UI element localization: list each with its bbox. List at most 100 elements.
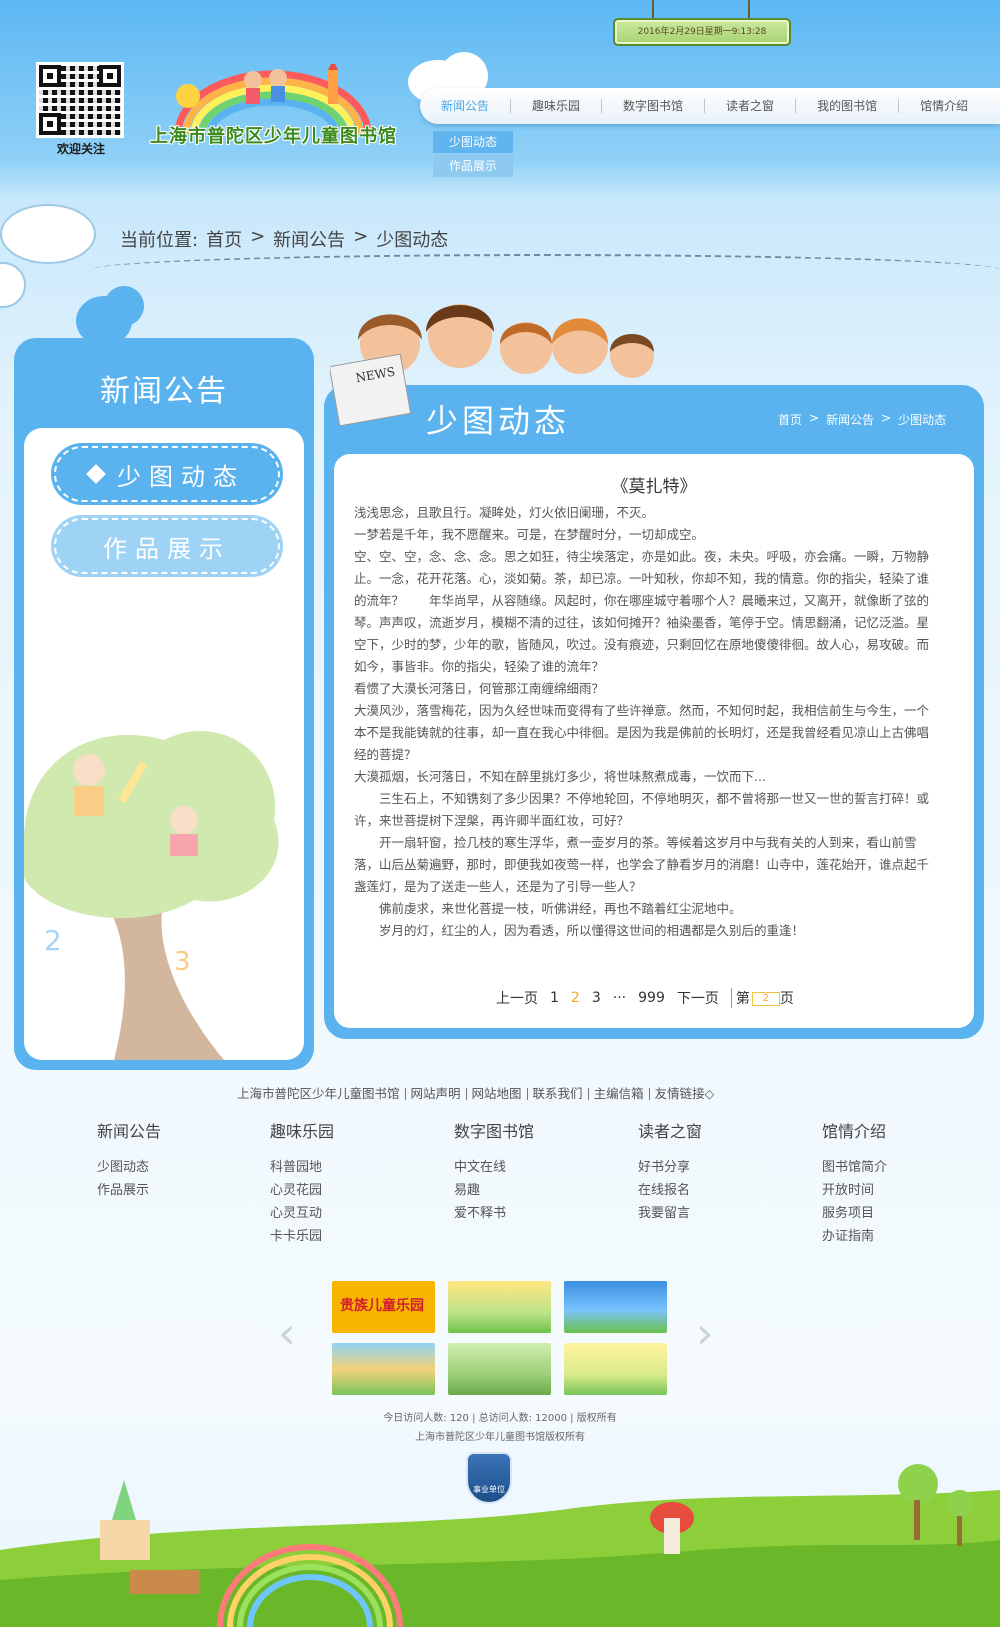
footer-column-link[interactable]: 卡卡乐园 bbox=[270, 1225, 334, 1248]
footer-column-link[interactable]: 开放时间 bbox=[822, 1179, 887, 1202]
sub-nav: 少图动态 作品展示 bbox=[433, 131, 513, 179]
article-paragraph: 一梦若是千年，我不愿醒来。可是，在梦醒时分，一切却成空。 bbox=[354, 527, 705, 542]
footer-column-title: 数字图书馆 bbox=[454, 1122, 535, 1141]
footer-column-link[interactable]: 爱不释书 bbox=[454, 1202, 534, 1225]
pager-page-1[interactable]: 1 bbox=[550, 990, 559, 1006]
nav-item-readers[interactable]: 读者之窗 bbox=[705, 99, 797, 113]
carousel-prev-arrow[interactable]: ‹ bbox=[278, 1308, 296, 1359]
footer-column-link[interactable]: 在线报名 bbox=[638, 1179, 702, 1202]
panel-breadcrumb-home[interactable]: 首页 bbox=[778, 411, 802, 428]
logo-text: 上海市普陀区少年儿童图书馆 bbox=[150, 126, 397, 147]
footer-column-link[interactable]: 少图动态 bbox=[97, 1156, 161, 1179]
footer-column-title: 新闻公告 bbox=[97, 1122, 162, 1141]
footer-link[interactable]: 友情链接◇ bbox=[650, 1087, 720, 1100]
qr-caption: 欢迎关注 bbox=[56, 142, 105, 156]
sign-string bbox=[652, 0, 654, 20]
article-paragraph: 浅浅思念，且歌且行。凝眸处，灯火依旧阑珊，不灭。 bbox=[354, 505, 655, 520]
footer-column-title: 读者之窗 bbox=[638, 1122, 703, 1141]
sidebar-button-label: 作品展示 bbox=[103, 534, 231, 563]
footer-column-title: 馆情介绍 bbox=[822, 1122, 887, 1141]
main-nav: 新闻公告 趣味乐园 数字图书馆 读者之窗 我的图书馆 馆情介绍 bbox=[420, 88, 1000, 124]
qr-code bbox=[36, 62, 124, 138]
panel-breadcrumb-separator: > bbox=[881, 411, 892, 425]
sidebar-button-works[interactable]: 作品展示 bbox=[54, 518, 280, 574]
article-paragraph: 大漠孤烟，长河落日，不知在醉里挑灯多少，将世味熬煮成毒，一饮而下... bbox=[354, 769, 766, 784]
nav-item-digital-library[interactable]: 数字图书馆 bbox=[602, 99, 706, 113]
footer-column-link[interactable]: 中文在线 bbox=[454, 1156, 534, 1179]
pager-goto-suffix: 页 bbox=[779, 991, 794, 1007]
nav-item-news[interactable]: 新闻公告 bbox=[420, 99, 512, 113]
footer-link[interactable]: 网站地图 bbox=[467, 1087, 528, 1100]
svg-text:2: 2 bbox=[44, 924, 62, 957]
pager-page-3[interactable]: 3 bbox=[592, 990, 601, 1006]
pager-goto-input[interactable]: 2 bbox=[751, 992, 780, 1006]
svg-text:3: 3 bbox=[174, 947, 191, 977]
sign-string bbox=[748, 0, 750, 20]
article-paragraph: 空、空、空，念、念、念。思之如狂，待尘埃落定，亦是如此。夜，未央。呼吸，亦会痛。… bbox=[354, 549, 930, 674]
footer-column-link[interactable]: 易趣 bbox=[454, 1179, 534, 1202]
carousel-thumbnail[interactable] bbox=[564, 1343, 667, 1395]
article-paragraph: 看惯了大漠长河落日，何管那江南缠绵细雨？ bbox=[354, 681, 605, 696]
pager-goto-prefix: 第 bbox=[735, 991, 750, 1007]
panel-breadcrumb-news[interactable]: 新闻公告 bbox=[826, 411, 874, 428]
pager-next[interactable]: 下一页 bbox=[677, 988, 719, 1008]
footer-link[interactable]: 上海市普陀区少年儿童图书馆 bbox=[232, 1087, 406, 1100]
main-title: 少图动态 bbox=[426, 402, 571, 440]
breadcrumb-news[interactable]: 新闻公告 bbox=[273, 226, 345, 252]
nav-item-about[interactable]: 馆情介绍 bbox=[899, 99, 989, 113]
thumbnail-caption: 贵族儿童乐园 bbox=[340, 1298, 424, 1314]
footer-column-news: 新闻公告 少图动态 作品展示 bbox=[97, 1118, 161, 1202]
carousel-thumbnail[interactable] bbox=[448, 1343, 551, 1395]
footer-link[interactable]: 网站声明 bbox=[406, 1087, 467, 1100]
footer-column-link[interactable]: 作品展示 bbox=[97, 1179, 161, 1202]
pager-page-last[interactable]: 999 bbox=[638, 990, 665, 1006]
sub-nav-item-works[interactable]: 作品展示 bbox=[433, 155, 513, 177]
sidebar-button-news[interactable]: 少图动态 bbox=[54, 446, 280, 502]
footer-column-link[interactable]: 好书分享 bbox=[638, 1156, 702, 1179]
article-paragraph: 岁月的灯，红尘的人，因为看透，所以懂得这世间的相遇都是久别后的重逢！ bbox=[379, 923, 805, 938]
footer-link[interactable]: 联系我们 bbox=[528, 1087, 589, 1100]
footer-column-link[interactable]: 心灵互动 bbox=[270, 1202, 334, 1225]
footer-column-link[interactable]: 科普园地 bbox=[270, 1156, 334, 1179]
sub-nav-item-news[interactable]: 少图动态 bbox=[433, 131, 513, 153]
footer-column-link[interactable]: 我要留言 bbox=[638, 1202, 702, 1225]
pager-prev[interactable]: 上一页 bbox=[496, 988, 538, 1008]
pager-goto: 第2页 bbox=[730, 988, 794, 1008]
copyright: 上海市普陀区少年儿童图书馆版权所有 bbox=[415, 1432, 585, 1443]
breadcrumb-separator: > bbox=[250, 226, 266, 247]
pager-page-2[interactable]: 2 bbox=[571, 990, 580, 1006]
grass-landscape-illustration bbox=[0, 1464, 1000, 1627]
cloud-decoration bbox=[104, 286, 144, 326]
breadcrumb-separator: > bbox=[353, 226, 369, 247]
datetime-sign: 2016年2月29日星期一9:13:28 bbox=[613, 18, 791, 46]
footer-links: 上海市普陀区少年儿童图书馆 网站声明 网站地图 联系我们 主编信箱 友情链接◇ bbox=[232, 1087, 720, 1100]
carousel-thumbnail[interactable] bbox=[564, 1281, 667, 1333]
breadcrumb-home[interactable]: 首页 bbox=[206, 226, 242, 252]
footer-column-link[interactable]: 办证指南 bbox=[822, 1225, 887, 1248]
carousel-next-arrow[interactable]: › bbox=[696, 1308, 714, 1359]
article-title: 《莫扎特》 bbox=[611, 477, 697, 497]
sidebar-title: 新闻公告 bbox=[100, 374, 228, 409]
footer-column-title: 趣味乐园 bbox=[270, 1122, 335, 1141]
footer-link[interactable]: 主编信箱 bbox=[589, 1087, 650, 1100]
article-paragraph: 大漠风沙，落雪梅花，因为久经世味而变得有了些许禅意。然而，不知何时起，我相信前生… bbox=[354, 703, 930, 762]
carousel-thumbnail[interactable] bbox=[448, 1281, 551, 1333]
panel-breadcrumb-separator: > bbox=[809, 411, 820, 425]
footer-column-fun: 趣味乐园 科普园地 心灵花园 心灵互动 卡卡乐园 bbox=[270, 1118, 334, 1248]
nav-item-fun[interactable]: 趣味乐园 bbox=[511, 99, 603, 113]
visitor-stats: 今日访问人数: 120 | 总访问人数: 12000 | 版权所有 bbox=[383, 1413, 617, 1424]
footer-column-link[interactable]: 心灵花园 bbox=[270, 1179, 334, 1202]
diamond-icon bbox=[86, 464, 106, 484]
article-body: 浅浅思念，且歌且行。凝眸处，灯火依旧阑珊，不灭。 一梦若是千年，我不愿醒来。可是… bbox=[354, 502, 930, 942]
nav-item-my-library[interactable]: 我的图书馆 bbox=[796, 99, 900, 113]
breadcrumb-current: 少图动态 bbox=[376, 230, 449, 251]
breadcrumb-prefix: 当前位置: bbox=[120, 230, 199, 251]
footer-column-about: 馆情介绍 图书馆简介 开放时间 服务项目 办证指南 bbox=[822, 1118, 887, 1248]
footer-column-link[interactable]: 服务项目 bbox=[822, 1202, 887, 1225]
cloud-decoration bbox=[0, 204, 96, 264]
footer-column-link[interactable]: 图书馆简介 bbox=[822, 1156, 887, 1179]
carousel-thumbnail[interactable] bbox=[332, 1343, 435, 1395]
tree-illustration: 2 3 bbox=[24, 731, 279, 1060]
sidebar-button-label: 少图动态 bbox=[117, 462, 245, 491]
carousel-thumbnail[interactable]: 贵族儿童乐园 bbox=[332, 1281, 435, 1333]
